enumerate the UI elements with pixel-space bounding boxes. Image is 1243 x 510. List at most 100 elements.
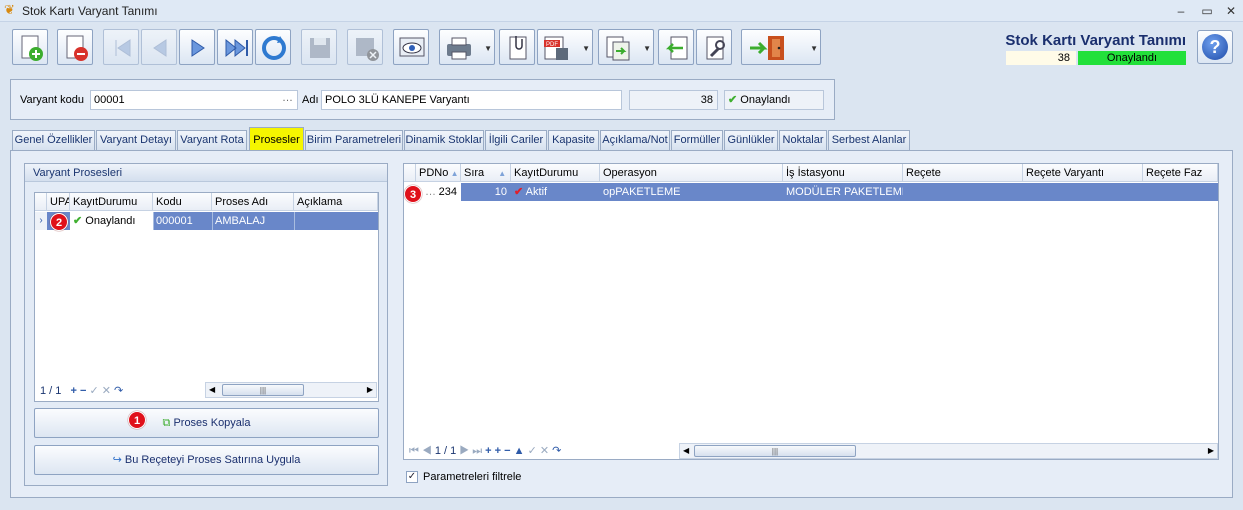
prev-page-icon[interactable]: ◀ [422, 445, 432, 457]
remove-row-icon[interactable]: − [504, 445, 510, 457]
settings-tool-button[interactable] [696, 29, 732, 65]
import-button[interactable] [658, 29, 694, 65]
left-grid-navigator: 1 / 1 + − ✓ ✕ ↷ [40, 382, 200, 400]
variant-processes-grid[interactable]: UPA KayıtDurumu Kodu Proses Adı Açıklama… [34, 192, 379, 402]
previous-record-button[interactable] [141, 29, 177, 65]
scroll-right-arrow-icon[interactable]: ▶ [1208, 444, 1214, 458]
scroll-left-arrow-icon[interactable]: ◀ [683, 444, 689, 458]
column-header-operasyon[interactable]: Operasyon [600, 164, 783, 182]
chevron-down-icon: ▼ [484, 44, 492, 53]
chevron-down-icon: ▼ [643, 44, 651, 53]
tab-varyant-rota[interactable]: Varyant Rota [177, 130, 247, 150]
row-pdno-cell: … 234 [416, 183, 461, 201]
butterfly-app-icon: ❦ [4, 2, 15, 17]
cancel-save-icon [356, 38, 379, 61]
column-header-kodu[interactable]: Kodu [153, 193, 212, 211]
variant-code-label: Varyant kodu [20, 94, 85, 106]
column-header-recete-varyanti[interactable]: Reçete Varyantı [1023, 164, 1143, 182]
left-horizontal-scrollbar[interactable]: ◀ ||| ▶ [205, 382, 377, 398]
record-number-field: 38 [629, 90, 718, 110]
scrollbar-thumb[interactable]: ||| [222, 384, 304, 396]
column-header-sira[interactable]: Sıra ▲ [461, 164, 511, 182]
column-header-recete[interactable]: Reçete [903, 164, 1023, 182]
row-status-cell: ✔ Onaylandı [70, 212, 153, 230]
filter-parameters-checkbox[interactable]: ✓ [406, 471, 418, 483]
scrollbar-thumb[interactable]: ||| [694, 445, 856, 457]
variant-processes-group: Varyant Prosesleri UPA KayıtDurumu Kodu … [24, 163, 388, 486]
last-record-button[interactable] [217, 29, 253, 65]
scroll-right-arrow-icon[interactable]: ▶ [367, 383, 373, 397]
column-header-aciklama[interactable]: Açıklama [294, 193, 378, 211]
tab-varyant-detayi[interactable]: Varyant Detayı [96, 130, 176, 150]
filter-parameters-label: Parametreleri filtrele [423, 471, 522, 483]
preview-button[interactable] [393, 29, 429, 65]
print-icon [447, 37, 471, 60]
annotation-marker-1: 1 [128, 411, 146, 429]
column-header-pdno[interactable]: PDNo ▲ [416, 164, 461, 182]
process-operations-grid[interactable]: PDNo ▲ Sıra ▲ KayıtDurumu Operasyon İş İs… [403, 163, 1219, 460]
export-button[interactable]: ▼ [598, 29, 654, 65]
cancel-icon[interactable]: ✕ [102, 385, 111, 397]
delete-button[interactable] [57, 29, 93, 65]
refresh-rows-icon[interactable]: ↷ [552, 445, 561, 457]
column-header-kayitdurumu[interactable]: KayıtDurumu [70, 193, 153, 211]
add-row-icon[interactable]: + [485, 445, 491, 457]
tab-formuller[interactable]: Formüller [671, 130, 723, 150]
tab-aciklama-not[interactable]: Açıklama/Not [600, 130, 670, 150]
refresh-button[interactable] [255, 29, 291, 65]
new-button[interactable] [12, 29, 48, 65]
apply-recipe-button[interactable]: ↪ Bu Reçeteyi Proses Satırına Uygula [34, 445, 379, 475]
column-header-upa[interactable]: UPA [47, 193, 70, 211]
restore-button[interactable]: ▭ [1196, 2, 1218, 20]
right-horizontal-scrollbar[interactable]: ◀ ||| ▶ [679, 443, 1218, 459]
chevron-down-icon: ▼ [810, 44, 818, 53]
close-button[interactable]: ✕ [1220, 2, 1242, 20]
variant-code-input[interactable]: 00001 … [90, 90, 298, 110]
minimize-button[interactable]: – [1170, 2, 1192, 20]
row-status-text: Onaylandı [85, 215, 136, 227]
exit-button[interactable]: ▼ [741, 29, 821, 65]
add-row-icon[interactable]: + [70, 385, 76, 397]
column-header-recete-faz[interactable]: Reçete Faz [1143, 164, 1218, 182]
cancel-icon[interactable]: ✕ [540, 445, 549, 457]
row-indicator-header [404, 164, 416, 182]
variant-info-box: Varyant kodu 00001 … Adı POLO 3LÜ KANEPE… [10, 79, 835, 120]
remove-row-icon[interactable]: − [80, 385, 86, 397]
tab-kapasite[interactable]: Kapasite [548, 130, 599, 150]
pager-text: 1 / 1 [40, 385, 62, 397]
tab-serbest-alanlar[interactable]: Serbest Alanlar [828, 130, 910, 150]
copy-process-button[interactable]: ⧉ Proses Kopyala [34, 408, 379, 438]
confirm-icon[interactable]: ✓ [528, 445, 537, 457]
tab-genel-ozellikler[interactable]: Genel Özellikler [12, 130, 95, 150]
tab-dinamik-stoklar[interactable]: Dinamik Stoklar [404, 130, 484, 150]
tab-noktalar[interactable]: Noktalar [779, 130, 827, 150]
next-page-icon[interactable]: ▶ [459, 445, 469, 457]
tab-ilgili-cariler[interactable]: İlgili Cariler [485, 130, 547, 150]
tab-birim-parametreleri[interactable]: Birim Parametreleri [305, 130, 403, 150]
print-button[interactable]: ▼ [439, 29, 495, 65]
scroll-left-arrow-icon[interactable]: ◀ [209, 383, 215, 397]
help-button[interactable]: ? [1197, 30, 1233, 64]
next-record-icon [191, 39, 205, 57]
window-title: Stok Kartı Varyant Tanımı [22, 4, 158, 18]
ellipsis-icon[interactable]: … [282, 89, 293, 107]
tab-gunlukler[interactable]: Günlükler [724, 130, 778, 150]
confirm-icon[interactable]: ✓ [89, 385, 98, 397]
tab-prosesler[interactable]: Prosesler [249, 127, 304, 150]
column-header-kayitdurumu[interactable]: KayıtDurumu [511, 164, 600, 182]
column-header-is-istasyonu[interactable]: İş İstasyonu [783, 164, 903, 182]
refresh-rows-icon[interactable]: ↷ [114, 385, 123, 397]
save-button[interactable] [301, 29, 337, 65]
first-record-button[interactable] [103, 29, 139, 65]
last-page-icon[interactable]: ⏭ [472, 445, 482, 457]
attachment-button[interactable] [499, 29, 535, 65]
move-up-icon[interactable]: ▲ [514, 445, 525, 457]
pdf-export-button[interactable]: PDF ▼ [537, 29, 593, 65]
name-input[interactable]: POLO 3LÜ KANEPE Varyantı [321, 90, 622, 110]
row-status-cell: ✔ Aktif [511, 183, 600, 201]
cancel-save-button[interactable] [347, 29, 383, 65]
column-header-proses-adi[interactable]: Proses Adı [212, 193, 294, 211]
first-page-icon[interactable]: ⏮ [409, 445, 419, 457]
add-child-row-icon[interactable]: + [495, 445, 501, 457]
next-record-button[interactable] [179, 29, 215, 65]
